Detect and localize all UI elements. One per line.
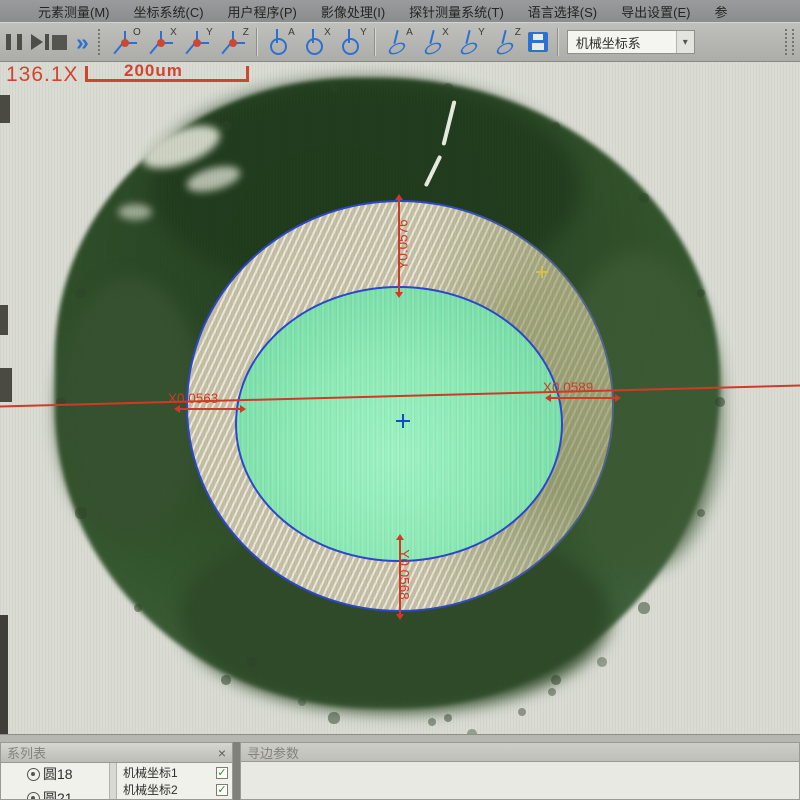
menu-export-settings[interactable]: 导出设置(E) <box>609 2 702 21</box>
toolbar-separator <box>256 28 257 56</box>
rotate-x-button[interactable]: X <box>302 27 329 57</box>
arrowhead-icon <box>615 394 621 402</box>
edge-params-body <box>240 762 800 800</box>
menu-user-program[interactable]: 用户程序(P) <box>216 2 309 21</box>
arrowhead-icon <box>396 614 404 620</box>
coord-row-2[interactable]: 机械坐标2 ✓ <box>123 781 228 798</box>
circle-element-icon <box>27 768 40 781</box>
arrowhead-icon <box>395 194 403 200</box>
chevron-down-icon[interactable]: ▾ <box>676 31 694 53</box>
element-label: 圆21 <box>43 788 73 800</box>
circle-element-icon <box>27 792 40 800</box>
list-item-circle18[interactable]: 圆18 <box>27 763 109 785</box>
measurement-label-top: Y0.0576 <box>396 205 411 285</box>
pause-icon <box>6 34 22 50</box>
tilt-z-button[interactable]: Z <box>492 27 519 57</box>
checkbox-checked-icon[interactable]: ✓ <box>216 767 228 779</box>
pause-button[interactable] <box>6 34 22 50</box>
menu-element-measure[interactable]: 元素测量(M) <box>26 2 122 21</box>
list-item-circle21[interactable]: 圆21 <box>27 787 109 800</box>
specimen-highlight <box>118 204 152 220</box>
set-origin-z-button[interactable]: Z <box>220 27 247 57</box>
step-forward-icon <box>31 34 43 50</box>
inner-measured-circle <box>235 286 563 562</box>
coordinate-system-dropdown[interactable]: 机械坐标系 ▾ <box>567 30 695 54</box>
menu-probe-system[interactable]: 探针测量系统(T) <box>397 2 516 21</box>
set-origin-x-button[interactable]: X <box>148 27 175 57</box>
tilt-y-button[interactable]: Y <box>456 27 483 57</box>
coordinate-column: 机械坐标1 ✓ 机械坐标2 ✓ <box>117 763 232 799</box>
toolbar-separator <box>374 28 375 56</box>
tilt-x-button[interactable]: X <box>420 27 447 57</box>
series-list-panel: 系列表 × 圆18 圆21 机械坐标1 ✓ 机械坐标2 ✓ <box>0 742 233 800</box>
element-label: 圆18 <box>43 764 73 784</box>
save-icon <box>528 32 548 52</box>
save-button[interactable] <box>528 32 548 52</box>
toolbar: » O X Y Z A X Y A X Y Z <box>0 22 800 62</box>
tilt-a-button[interactable]: A <box>384 27 411 57</box>
arrowhead-icon <box>545 394 551 402</box>
column-divider <box>109 763 117 799</box>
rotate-y-button[interactable]: Y <box>338 27 365 57</box>
toolbar-overflow-handle[interactable] <box>785 29 794 55</box>
series-list-title: 系列表 <box>7 743 46 762</box>
arrowhead-icon <box>395 292 403 298</box>
close-icon[interactable]: × <box>218 746 226 760</box>
coord-row-1[interactable]: 机械坐标1 ✓ <box>123 764 228 781</box>
edge-params-header: 寻边参数 <box>240 742 800 762</box>
set-origin-y-button[interactable]: Y <box>184 27 211 57</box>
step-button[interactable] <box>31 34 43 50</box>
series-list-body: 圆18 圆21 机械坐标1 ✓ 机械坐标2 ✓ <box>0 763 233 800</box>
measure-span-left <box>180 408 240 410</box>
measurement-label-left: X0.0563 <box>168 391 218 406</box>
image-edge-artifact <box>0 95 10 123</box>
scale-bar-label: 200um <box>124 62 183 81</box>
measurement-label-bottom: Y0.0568 <box>397 535 412 615</box>
menu-params-clipped[interactable]: 参 <box>702 2 739 21</box>
coord-label: 机械坐标2 <box>123 781 178 798</box>
arrowhead-icon <box>174 405 180 413</box>
stop-icon <box>52 35 67 50</box>
double-chevron-icon: » <box>76 32 89 52</box>
series-list-header: 系列表 × <box>0 742 233 763</box>
arrowhead-icon <box>240 405 246 413</box>
toolbar-drag-handle[interactable] <box>98 29 103 55</box>
checkbox-checked-icon[interactable]: ✓ <box>216 784 228 796</box>
edge-params-panel: 寻边参数 <box>240 742 800 800</box>
set-origin-o-button[interactable]: O <box>112 27 139 57</box>
menu-bar: 元素测量(M) 坐标系统(C) 用户程序(P) 影像处理(I) 探针测量系统(T… <box>0 0 800 22</box>
measurement-label-right: X0.0589 <box>543 380 593 395</box>
specimen-edge-speckles <box>0 62 4 66</box>
panel-gap <box>233 742 240 800</box>
toolbar-separator <box>557 28 558 56</box>
menu-language[interactable]: 语言选择(S) <box>516 2 609 21</box>
rotate-a-button[interactable]: A <box>266 27 293 57</box>
menu-image-processing[interactable]: 影像处理(I) <box>309 2 397 21</box>
measure-span-right <box>551 397 615 399</box>
edge-params-title: 寻边参数 <box>247 743 299 762</box>
magnification-readout: 136.1X <box>6 63 79 87</box>
camera-viewport[interactable]: Y0.0576 Y0.0568 X0.0563 X0.0589 136.1X 2… <box>0 62 800 734</box>
coordinate-system-value: 机械坐标系 <box>576 33 641 52</box>
scale-bar: 200um <box>85 66 249 82</box>
element-column: 圆18 圆21 <box>1 763 109 799</box>
image-edge-artifact <box>0 615 8 734</box>
stop-button[interactable] <box>52 35 67 50</box>
expand-button[interactable]: » <box>76 32 89 52</box>
image-edge-artifact <box>0 368 12 402</box>
menu-coordinate-system[interactable]: 坐标系统(C) <box>122 2 216 21</box>
image-edge-artifact <box>0 305 8 335</box>
coord-label: 机械坐标1 <box>123 764 178 781</box>
